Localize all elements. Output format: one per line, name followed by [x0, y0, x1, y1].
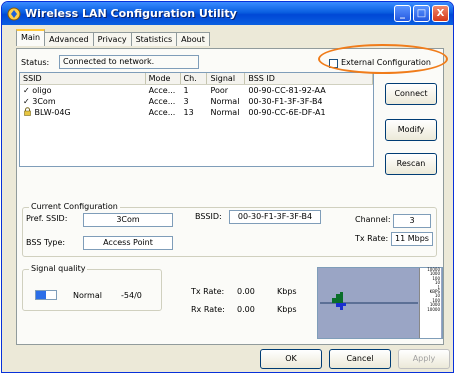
network-channel: 13: [183, 108, 194, 117]
tab-about[interactable]: About: [176, 32, 210, 46]
network-channel: 1: [183, 86, 189, 95]
signal-quality-value: -54/0: [121, 291, 142, 300]
throughput-graph: 10000 1000 100 10 1 KBPS 10 100 1000 100…: [317, 267, 443, 339]
close-button[interactable]: X: [432, 5, 449, 22]
maximize-button[interactable]: □: [413, 5, 430, 22]
signal-quality-title: Signal quality: [29, 264, 88, 273]
column-mode[interactable]: Mode: [146, 73, 181, 84]
network-mode: Acce...: [148, 108, 176, 117]
tx-rate-stat-label: Tx Rate:: [191, 287, 225, 296]
ok-button[interactable]: OK: [260, 349, 322, 369]
wireless-app-icon: [7, 7, 21, 20]
network-row-blw-04g[interactable]: BLW-04G Acce... 13 Normal 00-90-CC-6E-DF…: [20, 107, 373, 118]
status-value: Connected to network.: [59, 55, 199, 69]
tx-rate-value: 11 Mbps: [391, 232, 433, 246]
network-ssid: 3Com: [32, 97, 56, 106]
tab-advanced[interactable]: Advanced: [44, 32, 94, 46]
tab-privacy[interactable]: Privacy: [92, 32, 132, 46]
external-configuration-highlight: [318, 44, 448, 74]
tx-rate-stat-value: 0.00: [237, 287, 255, 296]
apply-button[interactable]: Apply: [398, 349, 450, 369]
signal-quality-level: Normal: [73, 291, 102, 300]
signal-quality-group: Signal quality Normal -54/0: [22, 264, 162, 311]
column-ssid[interactable]: SSID: [20, 73, 146, 84]
rx-rate-stat-label: Rx Rate:: [191, 305, 225, 314]
current-configuration-title: Current Configuration: [29, 202, 120, 211]
pref-ssid-value: 3Com: [83, 213, 173, 227]
channel-value: 3: [393, 214, 431, 228]
bss-type-label: BSS Type:: [26, 238, 66, 247]
scale-tick: 10000: [427, 306, 440, 312]
minimize-button[interactable]: _: [394, 5, 411, 22]
window-title: Wireless LAN Configuration Utility: [25, 7, 237, 20]
modify-button[interactable]: Modify: [385, 119, 437, 141]
network-mode: Acce...: [148, 97, 176, 106]
bss-type-value: Access Point: [83, 236, 173, 250]
lock-icon: [24, 107, 31, 116]
tx-rate-stat-unit: Kbps: [277, 287, 297, 296]
signal-quality-bar: [35, 290, 57, 300]
rescan-button[interactable]: Rescan: [385, 153, 437, 175]
status-label: Status:: [21, 58, 50, 67]
tab-statistics[interactable]: Statistics: [130, 32, 178, 46]
column-signal[interactable]: Signal: [207, 73, 246, 84]
network-signal: Normal: [210, 97, 240, 106]
network-bssid: 00-90-CC-81-92-AA: [248, 86, 326, 95]
tx-rate-label: Tx Rate:: [355, 234, 389, 243]
network-channel: 3: [183, 97, 189, 106]
tab-main[interactable]: Main: [16, 29, 46, 46]
pref-ssid-label: Pref. SSID:: [26, 214, 68, 223]
column-bssid[interactable]: BSS ID: [245, 73, 373, 84]
graph-scale: 10000 1000 100 10 1 KBPS 10 100 1000 100…: [419, 267, 441, 338]
network-bssid: 00-30-F1-3F-3F-B4: [248, 97, 323, 106]
bssid-label: BSSID:: [195, 212, 222, 221]
column-channel[interactable]: Ch.: [181, 73, 208, 84]
channel-label: Channel:: [355, 215, 391, 224]
cancel-button[interactable]: Cancel: [329, 349, 391, 369]
network-signal: Poor: [210, 86, 229, 95]
network-row-oligo[interactable]: ✓ oligo Acce... 1 Poor 00-90-CC-81-92-AA: [20, 85, 373, 96]
rx-rate-stat-unit: Kbps: [277, 305, 297, 314]
signal-quality-fill: [36, 291, 46, 299]
throughput-trace: [320, 292, 418, 310]
current-configuration-group: Current Configuration Pref. SSID: 3Com B…: [22, 202, 437, 257]
rx-rate-stat-value: 0.00: [237, 305, 255, 314]
connected-check-icon: ✓: [23, 86, 30, 95]
bssid-value: 00-30-F1-3F-3F-B4: [229, 210, 321, 224]
network-list-header: SSID Mode Ch. Signal BSS ID: [20, 73, 373, 85]
title-bar[interactable]: Wireless LAN Configuration Utility _ □ X: [2, 2, 453, 25]
network-mode: Acce...: [148, 86, 176, 95]
network-ssid: BLW-04G: [34, 108, 71, 117]
connect-button[interactable]: Connect: [385, 83, 437, 105]
network-signal: Normal: [210, 108, 240, 117]
main-tab-panel: Status: Connected to network. External C…: [16, 48, 444, 345]
network-bssid: 00-90-CC-6E-DF-A1: [248, 108, 326, 117]
network-list[interactable]: SSID Mode Ch. Signal BSS ID ✓ oligo Acce…: [19, 72, 374, 167]
network-ssid: oligo: [32, 86, 52, 95]
connected-check-icon: ✓: [23, 97, 30, 106]
network-row-3com[interactable]: ✓ 3Com Acce... 3 Normal 00-30-F1-3F-3F-B…: [20, 96, 373, 107]
tab-strip: Main Advanced Privacy Statistics About: [16, 29, 210, 46]
